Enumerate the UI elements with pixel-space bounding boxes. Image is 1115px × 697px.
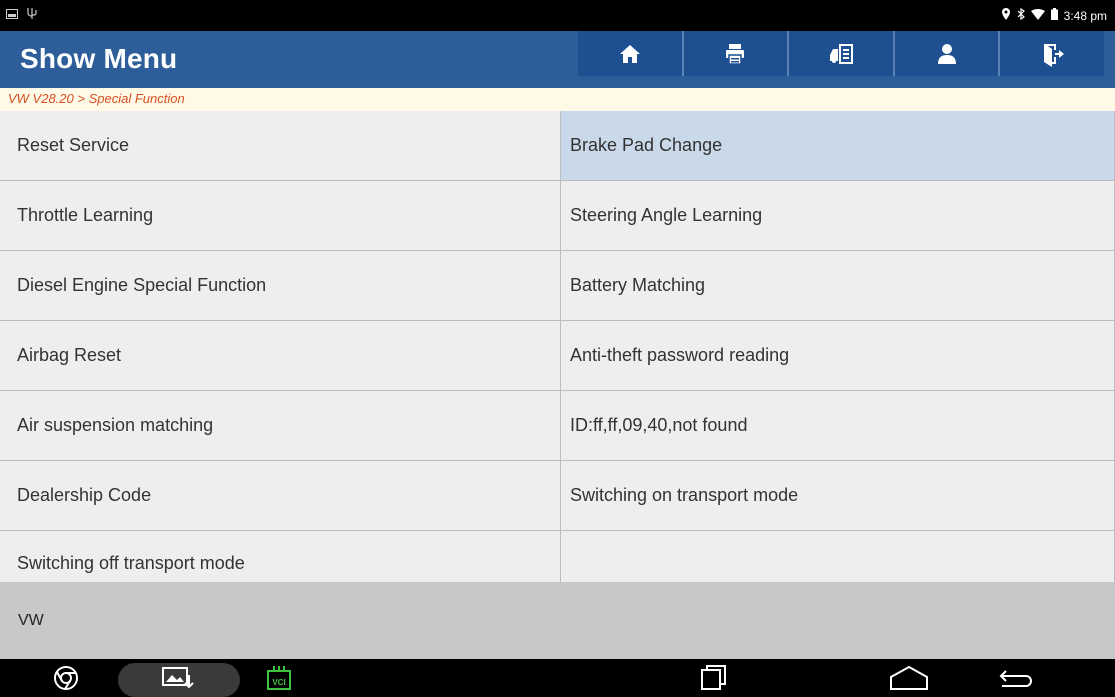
wifi-icon	[1030, 8, 1045, 23]
image-icon	[6, 6, 18, 24]
car-report-icon	[829, 43, 853, 64]
menu-grid: Reset Service Brake Pad Change Throttle …	[0, 111, 1115, 582]
menu-item-airbag-reset[interactable]: Airbag Reset	[0, 321, 561, 391]
vci-label: VCI	[272, 678, 285, 687]
page-title: Show Menu	[20, 43, 178, 74]
menu-item-switching-off-transport-mode[interactable]: Switching off transport mode	[0, 531, 561, 582]
car-report-button[interactable]	[789, 31, 895, 76]
clock: 3:48 pm	[1063, 8, 1107, 23]
menu-item-switching-on-transport-mode[interactable]: Switching on transport mode	[561, 461, 1115, 531]
user-button[interactable]	[894, 31, 1001, 76]
print-button[interactable]	[683, 31, 790, 76]
menu-item-air-suspension-matching[interactable]: Air suspension matching	[0, 391, 561, 461]
back-icon[interactable]	[994, 662, 1038, 694]
menu-item-anti-theft-password-reading[interactable]: Anti-theft password reading	[561, 321, 1115, 391]
menu-item-dealership-code[interactable]: Dealership Code	[0, 461, 561, 531]
home-nav-icon[interactable]	[884, 662, 934, 694]
battery-icon	[1050, 8, 1058, 23]
menu-item-throttle-learning[interactable]: Throttle Learning	[0, 181, 561, 251]
user-icon	[937, 43, 956, 64]
exit-button[interactable]	[1000, 31, 1104, 76]
footer-bar: VW	[0, 582, 1115, 659]
status-bar: 3:48 pm	[0, 0, 1115, 31]
vci-icon[interactable]: VCI	[262, 662, 296, 694]
menu-item-brake-pad-change[interactable]: Brake Pad Change	[561, 111, 1115, 181]
bluetooth-icon	[1017, 7, 1025, 23]
system-nav-bar: VCI	[0, 659, 1115, 697]
home-button[interactable]	[578, 31, 684, 76]
location-icon	[1001, 8, 1011, 23]
breadcrumb: VW V28.20 > Special Function	[0, 88, 1115, 111]
app-header: Show Menu	[0, 31, 1115, 88]
home-icon	[619, 44, 640, 63]
menu-item-diesel-engine-special-function[interactable]: Diesel Engine Special Function	[0, 251, 561, 321]
printer-icon	[726, 43, 745, 65]
exit-icon	[1044, 43, 1065, 67]
menu-item-reset-service[interactable]: Reset Service	[0, 111, 561, 181]
menu-item-battery-matching[interactable]: Battery Matching	[561, 251, 1115, 321]
usb-icon	[26, 6, 38, 24]
screenshot-icon[interactable]	[152, 662, 202, 694]
menu-item-steering-angle-learning[interactable]: Steering Angle Learning	[561, 181, 1115, 251]
menu-item-id-not-found[interactable]: ID:ff,ff,09,40,not found	[561, 391, 1115, 461]
recent-apps-icon[interactable]	[693, 662, 733, 694]
menu-item-empty	[561, 531, 1115, 582]
vehicle-brand-label: VW	[18, 612, 44, 629]
toolbar	[578, 31, 1104, 76]
chrome-icon[interactable]	[46, 662, 86, 694]
